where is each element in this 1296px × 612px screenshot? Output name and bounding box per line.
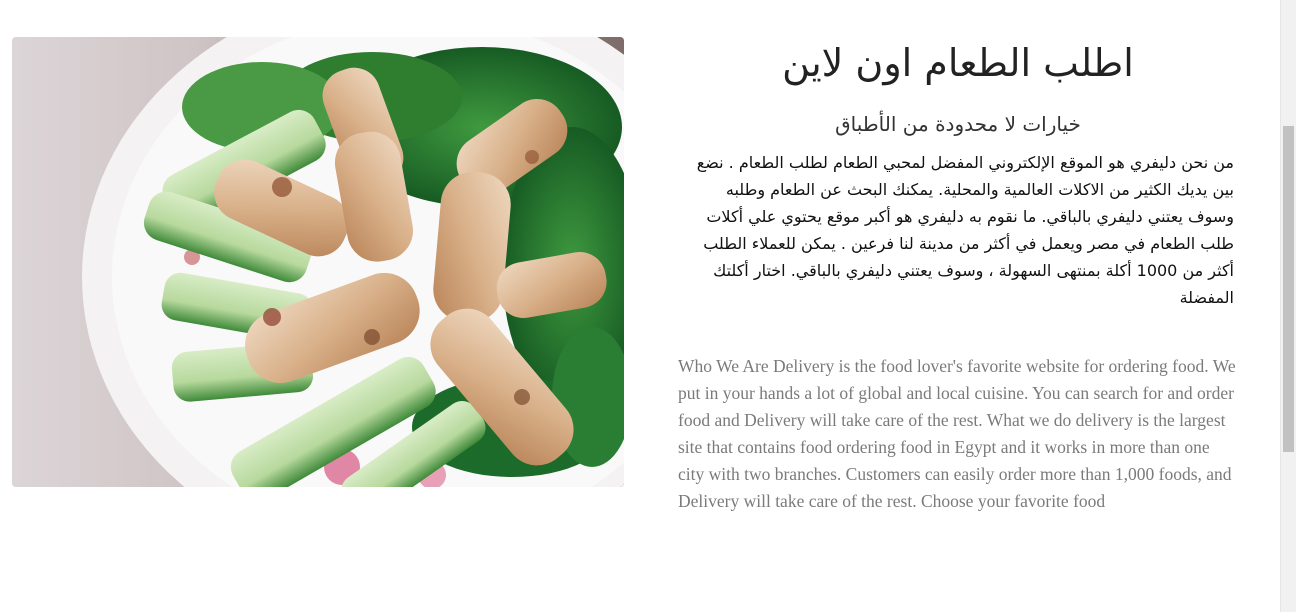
page-subtitle: خيارات لا محدودة من الأطباق [835,112,1081,136]
scrollbar-thumb[interactable] [1283,126,1294,452]
spring-rolls-photo [12,37,624,487]
vertical-scrollbar[interactable] [1280,0,1296,612]
about-section: اطلب الطعام اون لاين خيارات لا محدودة من… [678,37,1238,515]
page-title: اطلب الطعام اون لاين [782,41,1134,85]
food-illustration [12,37,624,487]
page: اطلب الطعام اون لاين خيارات لا محدودة من… [0,0,1296,612]
about-text-english: Who We Are Delivery is the food lover's … [678,356,1236,511]
about-text-arabic: من نحن دليفري هو الموقع الإلكتروني المفض… [696,153,1234,307]
